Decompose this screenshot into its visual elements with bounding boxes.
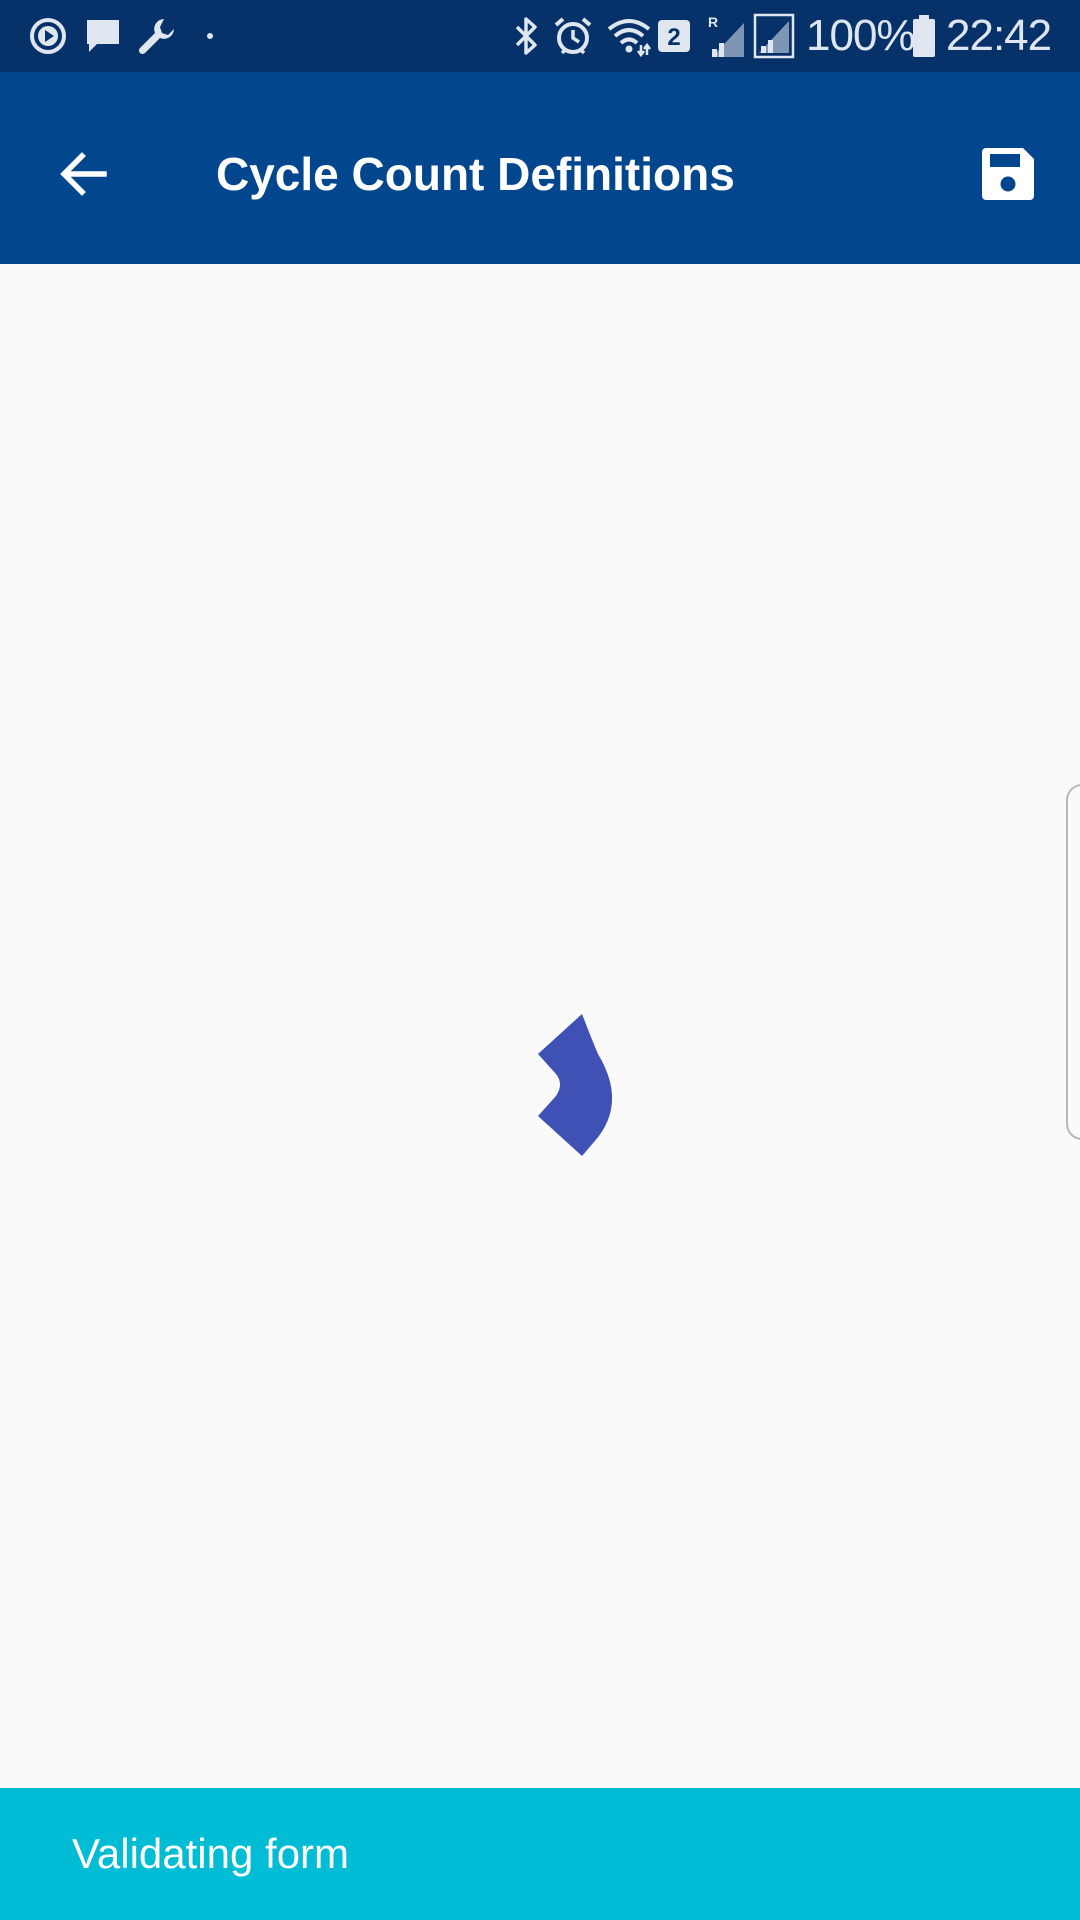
svg-text:R: R <box>708 14 718 30</box>
svg-text:2: 2 <box>667 24 680 51</box>
arrow-back-icon <box>60 152 107 196</box>
chat-bubble-icon <box>80 12 126 60</box>
wifi-icon <box>604 12 654 60</box>
battery-percent: 100% <box>806 11 916 60</box>
status-time: 22:42 <box>946 11 1052 60</box>
back-button[interactable] <box>42 132 126 216</box>
save-button[interactable] <box>966 132 1050 216</box>
floppy-disk-icon <box>982 148 1034 200</box>
dot-icon <box>202 12 218 60</box>
app-bar: Cycle Count Definitions <box>0 72 1080 264</box>
signal-roaming-icon: R <box>706 12 748 60</box>
edge-panel-handle[interactable] <box>1066 784 1080 1140</box>
snackbar: Validating form <box>0 1788 1080 1920</box>
alarm-icon <box>550 12 596 60</box>
sim-2-icon: 2 <box>656 12 692 60</box>
status-bar: 2 R 100% 22:42 <box>0 0 1080 72</box>
spinner-icon <box>538 1014 613 1156</box>
signal-icon <box>752 12 796 60</box>
bluetooth-icon <box>508 12 544 60</box>
snackbar-message: Validating form <box>72 1830 350 1877</box>
wrench-icon <box>134 12 180 60</box>
page-title: Cycle Count Definitions <box>216 148 735 200</box>
play-circle-icon <box>26 12 70 60</box>
battery-icon <box>910 12 938 60</box>
